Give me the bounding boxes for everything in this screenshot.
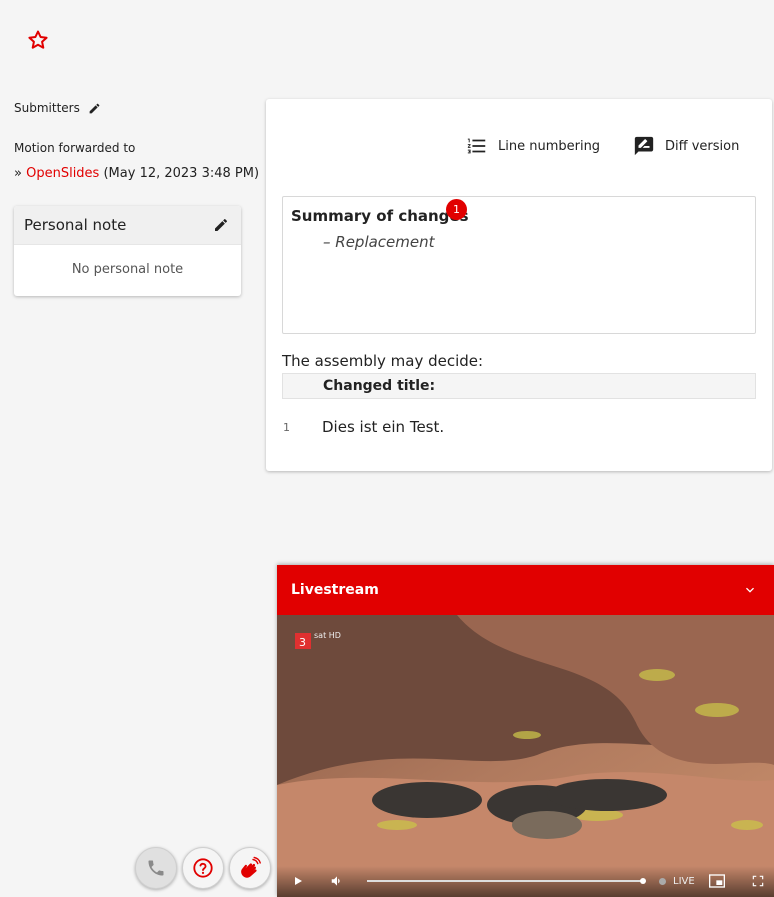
line-numbering-label: Line numbering: [498, 138, 601, 154]
progress-handle[interactable]: [640, 878, 646, 884]
summary-of-changes-box: Summary of changes 1 – Replacement: [282, 196, 756, 334]
personal-note-card: Personal note No personal note: [14, 206, 241, 296]
livestream-header[interactable]: Livestream: [277, 565, 774, 615]
forwarded-prefix: »: [14, 166, 22, 181]
personal-note-empty: No personal note: [71, 262, 184, 277]
forwarded-date: (May 12, 2023 3:48 PM): [103, 166, 260, 181]
favorite-star-icon[interactable]: [26, 28, 50, 52]
call-button[interactable]: [135, 847, 177, 889]
svg-text:3: 3: [299, 636, 306, 649]
play-icon[interactable]: [292, 875, 304, 887]
changes-count-badge: 1: [446, 199, 467, 220]
help-circle-icon: [192, 857, 214, 879]
motion-text-line: Dies ist ein Test.: [322, 418, 445, 436]
diff-version-button[interactable]: Diff version: [633, 135, 739, 157]
livestream-panel: Livestream 3 sat HD LIVE: [277, 565, 774, 897]
live-label[interactable]: LIVE: [673, 876, 695, 887]
rate-review-icon: [633, 135, 655, 157]
summary-title: Summary of changes: [291, 207, 469, 225]
submitters-section: Submitters: [14, 101, 101, 115]
edit-submitters-pencil-icon[interactable]: [88, 102, 101, 115]
motion-card: Line numbering Diff version Summary of c…: [266, 99, 772, 471]
livestream-video[interactable]: 3 sat HD: [277, 615, 774, 897]
personal-note-header: Personal note: [14, 206, 241, 245]
fullscreen-icon[interactable]: [751, 874, 765, 888]
forwarded-label: Motion forwarded to: [14, 141, 136, 155]
help-button[interactable]: [182, 847, 224, 889]
progress-bar[interactable]: [367, 880, 643, 882]
picture-in-picture-icon[interactable]: [709, 874, 725, 888]
line-numbering-button[interactable]: Line numbering: [466, 135, 600, 157]
motion-preamble: The assembly may decide:: [282, 352, 484, 370]
changed-title-label: Changed title:: [323, 378, 436, 394]
changed-title-box: Changed title:: [282, 373, 756, 399]
forwarded-link[interactable]: OpenSlides: [26, 166, 99, 181]
personal-note-title: Personal note: [24, 216, 127, 234]
svg-text:sat HD: sat HD: [314, 631, 341, 640]
livestream-title: Livestream: [291, 582, 379, 598]
live-dot-icon: [659, 878, 666, 885]
line-number: 1: [283, 421, 290, 434]
waving-hand-icon: [238, 856, 262, 880]
video-controls: LIVE: [277, 866, 774, 897]
submitters-label: Submitters: [14, 101, 80, 115]
raise-hand-button[interactable]: [229, 847, 271, 889]
volume-icon[interactable]: [330, 874, 344, 888]
diff-version-label: Diff version: [665, 138, 740, 154]
summary-change-item[interactable]: – Replacement: [323, 233, 435, 251]
edit-note-pencil-icon[interactable]: [213, 217, 229, 233]
chevron-down-icon[interactable]: [742, 582, 758, 598]
forwarded-line: » OpenSlides (May 12, 2023 3:48 PM): [14, 166, 259, 181]
format-list-numbered-icon: [466, 135, 488, 157]
phone-icon: [146, 858, 166, 878]
